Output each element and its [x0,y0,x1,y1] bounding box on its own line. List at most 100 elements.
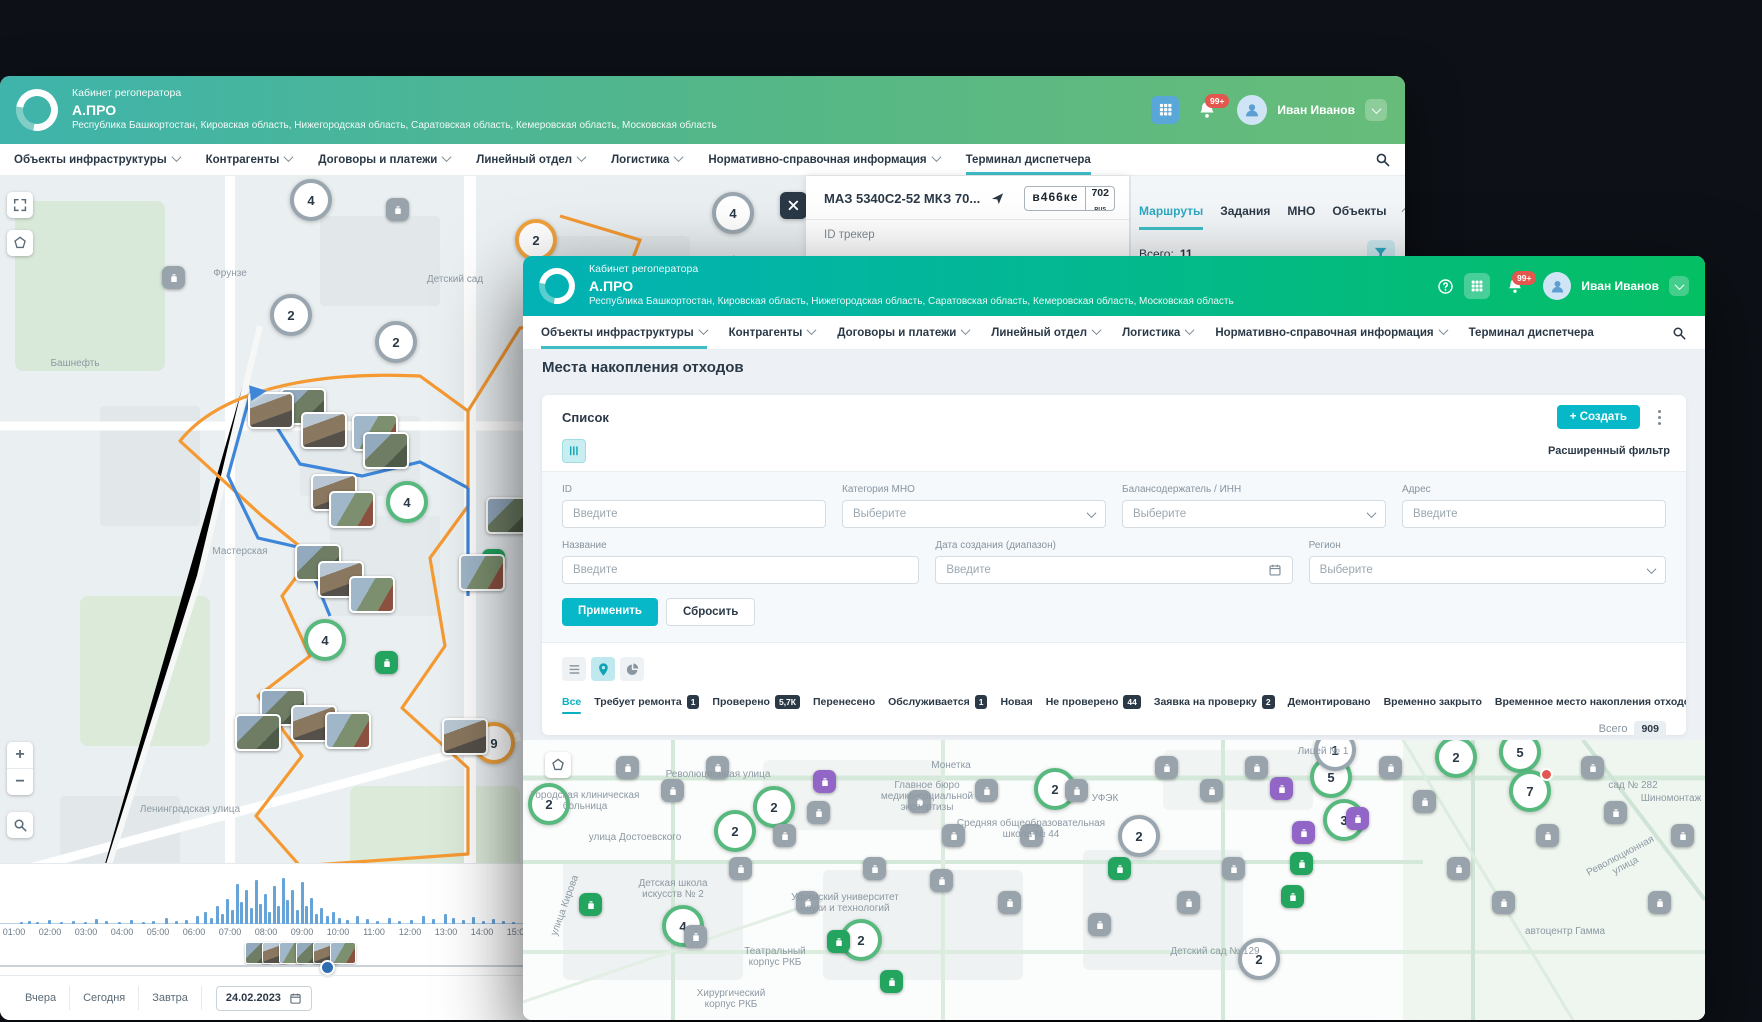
more-actions-button[interactable] [1648,405,1670,429]
status-chip-3[interactable]: Проверено5,7К [712,695,800,715]
bg-nav-item-4[interactable]: Линейный отдел [476,144,585,175]
map-pin-grey[interactable] [1581,756,1604,779]
map-pin-grey[interactable] [1155,756,1178,779]
map-pin-green[interactable] [1108,857,1131,880]
fg-nav-item-4[interactable]: Линейный отдел [991,316,1100,349]
map-pin-grey[interactable] [930,869,953,892]
routes-tab-3[interactable]: МНО [1287,204,1315,230]
map-pin-grey[interactable] [807,801,830,824]
zoom-in-button[interactable]: + [7,742,33,769]
timeline-handle[interactable] [320,960,335,975]
map-pin-grey[interactable] [998,891,1021,914]
map-photo-thumbnail[interactable] [301,412,347,449]
timeline-photo-thumbnail[interactable] [330,942,356,964]
map-pin-grey[interactable] [1088,913,1111,936]
map-pin-grey[interactable] [1536,824,1559,847]
fg-nav-item-3[interactable]: Договоры и платежи [837,316,969,349]
map-pin-grey[interactable] [1447,857,1470,880]
map-pin-purple[interactable] [1292,821,1315,844]
map-cluster[interactable]: 2 [753,786,795,828]
map-polygon-select-tool-button[interactable] [545,752,571,778]
map-view-button[interactable] [591,657,615,681]
bg-nav-item-3[interactable]: Договоры и платежи [318,144,450,175]
input-field[interactable]: Введите [935,556,1292,584]
map-pin-green[interactable] [1290,852,1313,875]
routes-tab-2[interactable]: Задания [1220,204,1270,230]
map-photo-thumbnail[interactable] [349,576,395,613]
map-pin-grey[interactable] [1065,779,1088,802]
map-cluster[interactable]: 2 [714,810,756,852]
input-field[interactable]: Введите [1402,500,1666,528]
map-pin-grey[interactable] [616,756,639,779]
map-pin-grey[interactable] [729,857,752,880]
status-chip-11[interactable]: Временное место накопления отходов [1495,696,1686,714]
map-pin-grey[interactable] [661,779,684,802]
map-search-button[interactable] [7,812,33,838]
status-chip-4[interactable]: Перенесено [813,696,875,714]
routes-tab-4[interactable]: Объекты [1332,204,1386,230]
map-photo-thumbnail[interactable] [442,718,488,755]
map-cluster[interactable]: 2 [515,219,557,261]
map-photo-thumbnail[interactable] [329,491,375,528]
map-pin-grey[interactable] [1222,857,1245,880]
map-cluster[interactable]: 7 [1509,770,1551,812]
map-pin-green[interactable] [1281,885,1304,908]
status-chip-6[interactable]: Новая [1000,696,1032,714]
map-pin-green[interactable] [827,930,850,953]
yesterday-button[interactable]: Вчера [12,986,70,1010]
map-pin-grey[interactable] [1604,801,1627,824]
map-cluster[interactable]: 2 [270,294,312,336]
date-picker[interactable]: 24.02.2023 [216,986,312,1011]
apply-button[interactable]: Применить [562,598,658,626]
map-pin-grey[interactable] [975,779,998,802]
reset-button[interactable]: Сбросить [666,598,755,626]
select-field[interactable]: Выберите [1122,500,1386,528]
fg-nav-item-1[interactable]: Объекты инфраструктуры [541,316,707,349]
map-cluster[interactable]: 2 [375,321,417,363]
create-button[interactable]: + Создать [1557,405,1640,429]
avatar[interactable] [1237,95,1267,125]
fg-nav-item-2[interactable]: Контрагенты [729,316,816,349]
chart-view-button[interactable] [620,657,644,681]
bg-nav-item-2[interactable]: Контрагенты [206,144,293,175]
map-polygon-select-tool-button[interactable] [7,230,33,256]
status-chip-2[interactable]: Требует ремонта1 [594,695,699,715]
map-pin-purple[interactable] [813,770,836,793]
map-pin-grey[interactable] [773,824,796,847]
help-icon[interactable] [1437,278,1454,295]
bg-nav-item-7[interactable]: Терминал диспетчера [966,144,1091,175]
chevron-down-icon[interactable] [1401,206,1405,212]
status-chip-5[interactable]: Обслуживается1 [888,695,987,715]
map-cluster[interactable]: 2 [1435,740,1477,778]
zoom-out-button[interactable]: − [7,769,33,795]
map-cluster[interactable]: 4 [386,481,428,523]
notifications-bell-button[interactable]: 99+ [1197,100,1217,120]
status-chip-9[interactable]: Демонтировано [1288,696,1371,714]
map-cluster[interactable]: 4 [712,192,754,234]
map-pin-grey[interactable] [1200,779,1223,802]
status-chip-8[interactable]: Заявка на проверку2 [1154,695,1275,715]
map-pin-grey[interactable] [1245,756,1268,779]
map-pin-grey[interactable] [1492,891,1515,914]
fg-nav-item-5[interactable]: Логистика [1122,316,1193,349]
map-cluster[interactable]: 2 [1238,938,1280,980]
today-button[interactable]: Сегодня [70,986,139,1010]
search-icon[interactable] [1671,325,1687,341]
search-icon[interactable] [1374,151,1391,168]
vehicle-direction-arrow-icon[interactable] [249,383,268,401]
map-pin-grey[interactable] [386,198,409,221]
map-pin-purple[interactable] [1270,777,1293,800]
map-photo-thumbnail[interactable] [325,712,371,749]
map-pin-green[interactable] [579,893,602,916]
routes-tab-1[interactable]: Маршруты [1139,204,1203,230]
map-pin-grey[interactable] [162,266,185,289]
bg-nav-item-5[interactable]: Логистика [611,144,682,175]
map-photo-thumbnail[interactable] [363,432,409,469]
map-expand-tool-button[interactable] [7,192,33,218]
tomorrow-button[interactable]: Завтра [139,986,202,1010]
map-pin-grey[interactable] [1177,891,1200,914]
map-pin-purple[interactable] [1346,807,1369,830]
fg-nav-item-7[interactable]: Терминал диспетчера [1469,316,1594,349]
user-menu-chevron-button[interactable] [1365,99,1387,121]
apps-grid-button[interactable] [1151,96,1179,124]
